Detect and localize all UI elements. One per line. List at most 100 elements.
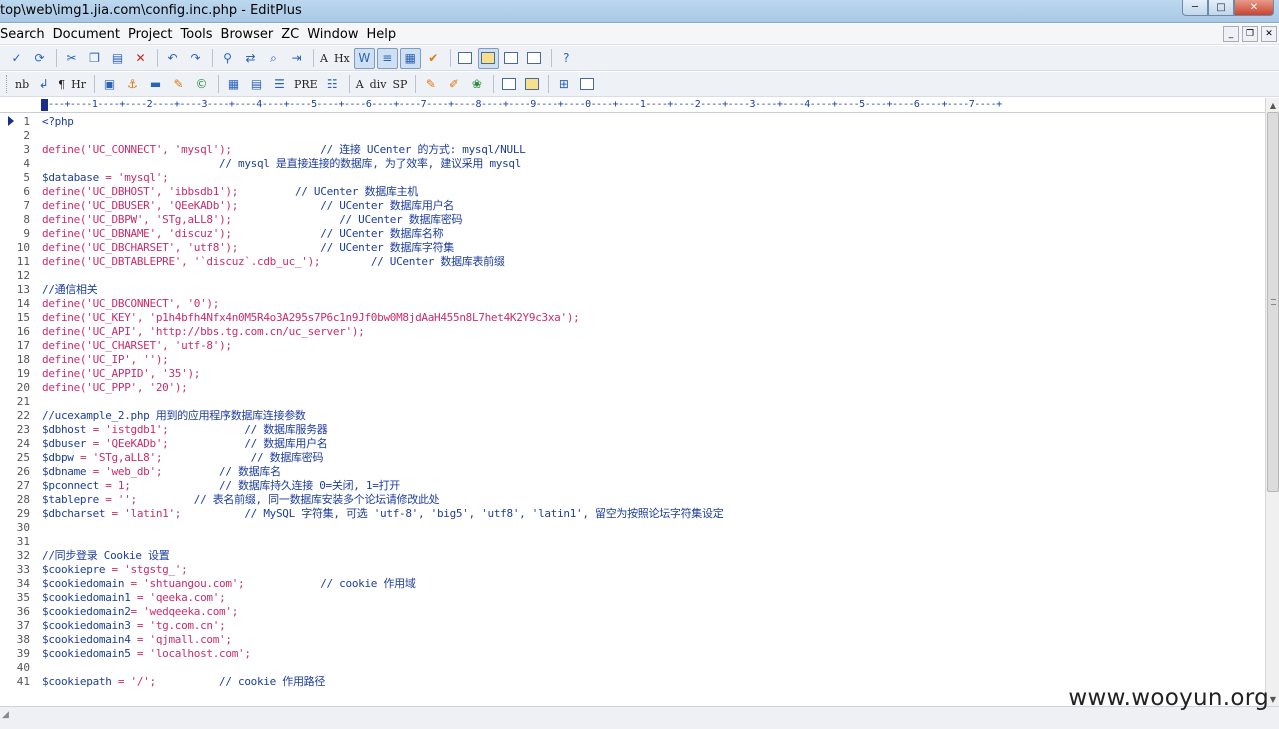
paste-icon[interactable]: ▤ [107,48,128,69]
anchor-icon[interactable]: ⚓ [122,74,143,95]
toolbar-grip[interactable] [6,75,9,93]
code-line[interactable]: 25 $dbpw = 'STg,aLL8'; // 数据库密码 [0,451,1265,465]
code-line[interactable]: 39 $cookiedomain5 = 'localhost.com'; [0,647,1265,661]
code-line[interactable]: 32 //同步登录 Cookie 设置 [0,549,1265,563]
menu-browser[interactable]: Browser [221,27,280,42]
minimize-button[interactable]: ─ [1182,0,1208,16]
doc-close-button[interactable]: ✕ [1261,26,1277,42]
code-line[interactable]: 38 $cookiedomain4 = 'qjmall.com'; [0,633,1265,647]
edit-icon[interactable]: ✎ [168,74,189,95]
code-line[interactable]: 22 //ucexample_2.php 用到的应用程序数据库连接参数 [0,409,1265,423]
code-line[interactable]: 16 define('UC_API', 'http://bbs.tg.com.cn… [0,325,1265,339]
code-line[interactable]: 36 $cookiedomain2= 'wedqeeka.com'; [0,605,1265,619]
list-icon[interactable]: ☷ [322,74,343,95]
line-numbers-icon[interactable]: ≡ [376,47,398,69]
windows-icon[interactable]: ⊞ [553,74,574,95]
code-line[interactable]: 9 define('UC_DBNAME', 'discuz'); // UCent… [0,227,1265,241]
resize-grip-icon[interactable]: ◢ [2,710,9,720]
code-line[interactable]: 30 [0,521,1265,535]
menu-help[interactable]: Help [366,27,402,42]
code-line[interactable]: 2 [0,129,1265,143]
code-line[interactable]: 7 define('UC_DBUSER', 'QEeKADb'); // UCen… [0,199,1265,213]
nbsp-icon[interactable]: nb [13,74,31,95]
copy-icon[interactable]: ❐ [84,48,105,69]
code-line[interactable]: 34 $cookiedomain = 'shtuangou.com'; // co… [0,577,1265,591]
redo-icon[interactable]: ↷ [185,48,206,69]
pencil-icon[interactable]: ✎ [420,74,441,95]
font-tag-icon[interactable]: A [354,74,366,95]
ruler-icon[interactable]: ▦ [399,47,421,69]
delete-icon[interactable]: ✕ [130,48,151,69]
output-window-icon[interactable] [501,48,522,69]
word-wrap-icon[interactable]: W [353,47,375,69]
code-line[interactable]: 27 $pconnect = 1; // 数据库持久连接 0=关闭, 1=打开 [0,479,1265,493]
code-line[interactable]: 4 // mysql 是直接连接的数据库, 为了效率, 建议采用 mysql [0,157,1265,171]
paragraph-icon[interactable]: ¶ [56,74,67,95]
code-line[interactable]: 6 define('UC_DBHOST', 'ibbsdb1'); // UCen… [0,185,1265,199]
code-line[interactable]: 10 define('UC_DBCHARSET', 'utf8'); // UCe… [0,241,1265,255]
font-icon[interactable]: A [318,48,330,69]
scroll-up-arrow-icon[interactable]: ▲ [1267,98,1279,112]
directory-window-icon[interactable] [455,48,476,69]
form-icon[interactable]: ▤ [246,74,267,95]
code-line[interactable]: 20 define('UC_PPP', '20'); [0,381,1265,395]
find-in-files-icon[interactable]: ⌕ [263,48,284,69]
align-center-icon[interactable]: ☰ [269,74,290,95]
code-line[interactable]: 18 define('UC_IP', ''); [0,353,1265,367]
horizontal-rule-icon[interactable]: Hr [69,74,88,95]
code-line[interactable]: 12 [0,269,1265,283]
panel-icon[interactable] [576,74,597,95]
doc-minimize-button[interactable]: _ [1223,26,1239,42]
code-line[interactable]: 26 $dbname = 'web_db'; // 数据库名 [0,465,1265,479]
hr-icon[interactable]: ▬ [145,74,166,95]
code-line[interactable]: 11 define('UC_DBTABLEPRE', '`discuz`.cdb_… [0,255,1265,269]
span-tag-icon[interactable]: SP [390,74,409,95]
goto-line-icon[interactable]: ⇥ [286,48,307,69]
color-picker-icon[interactable]: ✐ [443,74,464,95]
code-line[interactable]: 13 //通信相关 [0,283,1265,297]
view-source-icon[interactable] [498,74,519,95]
cliptext-window-icon[interactable] [477,47,499,69]
code-line[interactable]: 23 $dbhost = 'istgdb1'; // 数据库服务器 [0,423,1265,437]
code-line[interactable]: 28 $tablepre = ''; // 表名前缀, 同一数据库安装多个论坛请修… [0,493,1265,507]
help-pointer-icon[interactable]: ? [556,48,577,69]
refresh-icon[interactable]: ⟳ [29,48,50,69]
doc-restore-button[interactable]: ❐ [1242,26,1258,42]
replace-icon[interactable]: ⇄ [240,48,261,69]
code-line[interactable]: 8 define('UC_DBPW', 'STg,aLL8'); // UCent… [0,213,1265,227]
cut-icon[interactable]: ✂ [61,48,82,69]
code-line[interactable]: 19 define('UC_APPID', '35'); [0,367,1265,381]
menu-tools[interactable]: Tools [181,27,219,42]
code-line[interactable]: 14 define('UC_DBCONNECT', '0'); [0,297,1265,311]
code-line[interactable]: 33 $cookiepre = 'stgstg_'; [0,563,1265,577]
code-line[interactable]: 5 $database = 'mysql'; [0,171,1265,185]
menu-project[interactable]: Project [128,27,178,42]
image-icon[interactable]: ▣ [99,74,120,95]
heading-icon[interactable]: Hx [332,48,352,69]
menu-search[interactable]: Search [0,27,51,42]
menu-window[interactable]: Window [307,27,364,42]
code-line[interactable]: 3 define('UC_CONNECT', 'mysql'); // 连接 UC… [0,143,1265,157]
code-line[interactable]: 40 [0,661,1265,675]
table-icon[interactable]: ▦ [223,74,244,95]
palette-icon[interactable]: ❀ [466,74,487,95]
code-line[interactable]: 24 $dbuser = 'QEeKADb'; // 数据库用户名 [0,437,1265,451]
find-icon[interactable]: ⚲ [217,48,238,69]
close-button[interactable]: ✕ [1234,0,1274,16]
preformatted-icon[interactable]: PRE [292,74,320,95]
vertical-scrollbar[interactable]: ▲ ▼ [1265,98,1279,706]
code-line[interactable]: 15 define('UC_KEY', 'p1h4bfh4Nfx4n0M5R4o3… [0,311,1265,325]
spell-check-icon[interactable]: ✓ [6,48,27,69]
code-line[interactable]: 1 <?php [0,115,1265,129]
maximize-button[interactable]: □ [1208,0,1234,16]
code-line[interactable]: 37 $cookiedomain3 = 'tg.com.cn'; [0,619,1265,633]
scroll-thumb[interactable] [1267,112,1279,492]
code-line[interactable]: 17 define('UC_CHARSET', 'utf-8'); [0,339,1265,353]
code-line[interactable]: 29 $dbcharset = 'latin1'; // MySQL 字符集, 可… [0,507,1265,521]
code-editor[interactable]: 1 <?php 2 3 define('UC_CONNECT', 'mysql'); /… [0,114,1265,705]
code-line[interactable]: 35 $cookiedomain1 = 'qeeka.com'; [0,591,1265,605]
copyright-icon[interactable]: © [191,74,212,95]
undo-icon[interactable]: ↶ [162,48,183,69]
code-line[interactable]: 21 [0,395,1265,409]
check-icon[interactable]: ✔ [423,48,444,69]
